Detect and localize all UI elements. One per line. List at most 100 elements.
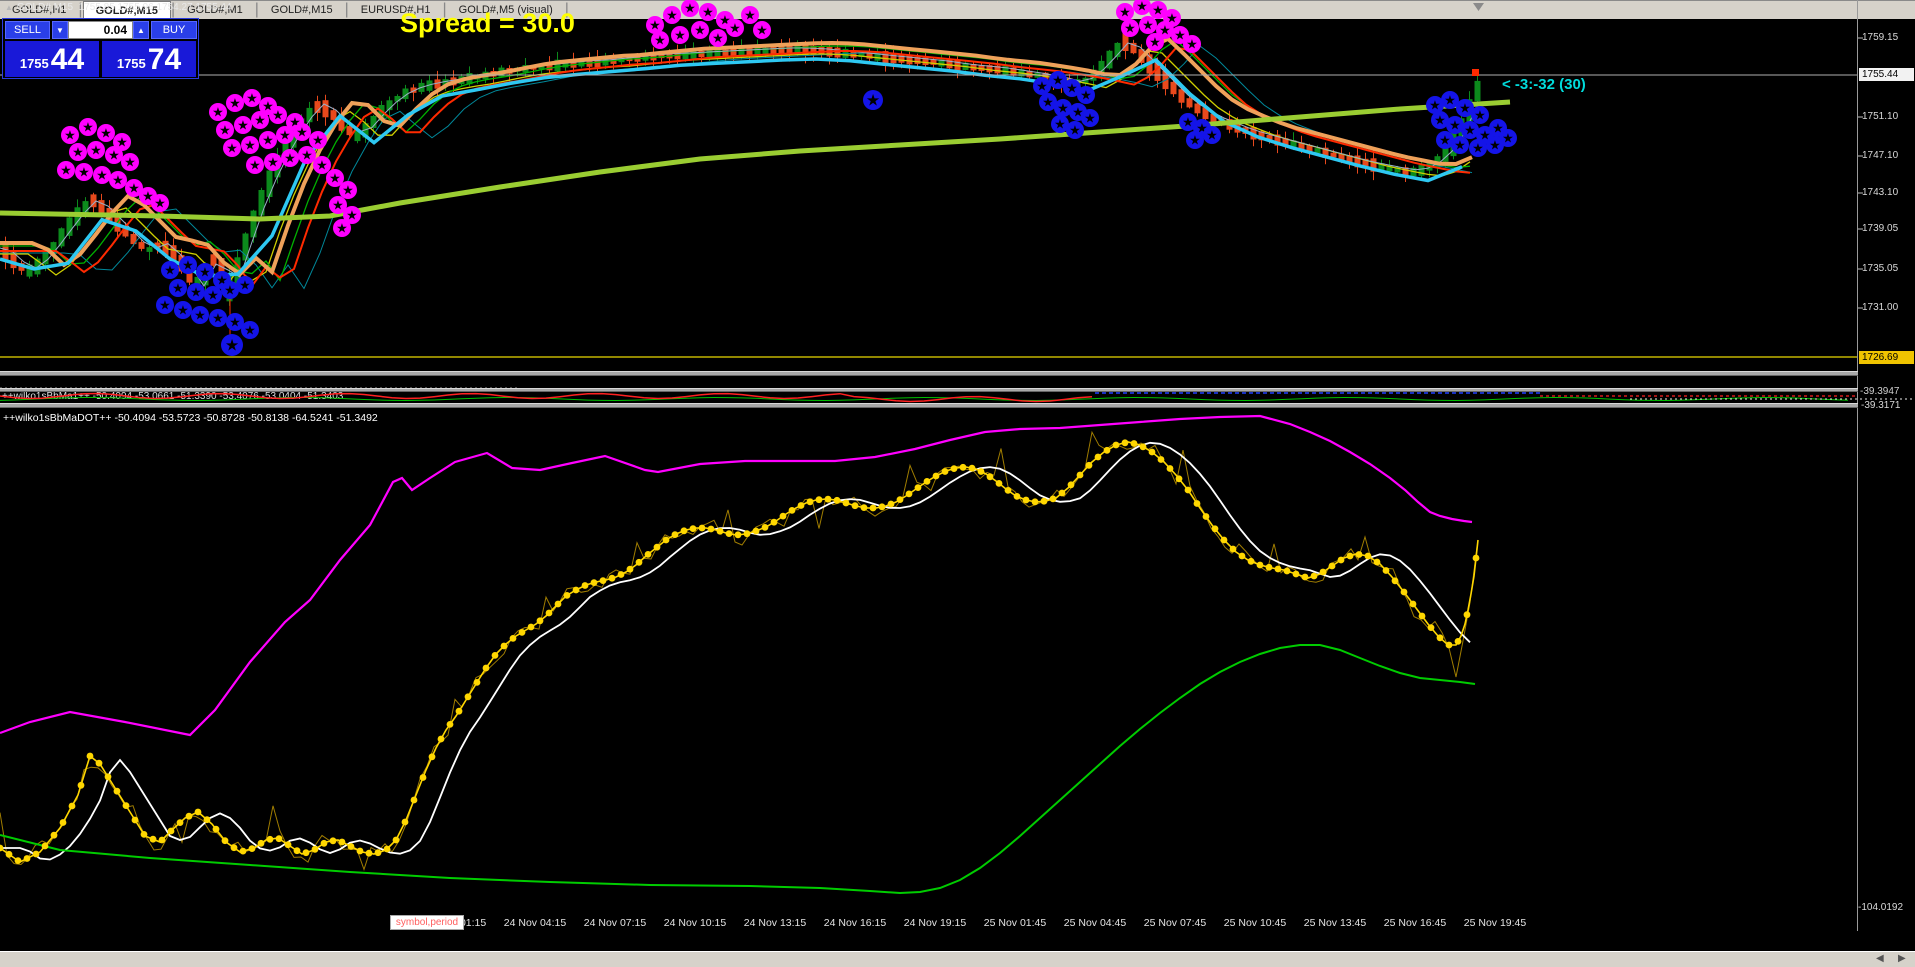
window-separator[interactable]	[0, 388, 1858, 392]
svg-text:★: ★	[866, 93, 880, 110]
price-scale-border	[1857, 0, 1858, 931]
svg-text:★: ★	[239, 278, 251, 293]
svg-text:★: ★	[312, 133, 324, 148]
price-scale-label: 1743.10	[1862, 187, 1899, 198]
sell-price-pips: 44	[50, 43, 85, 76]
buy-price-button[interactable]: 1755 74	[102, 41, 196, 77]
svg-text:★: ★	[172, 281, 184, 296]
svg-text:★: ★	[1042, 95, 1054, 110]
svg-text:★: ★	[1464, 123, 1476, 138]
svg-text:★: ★	[1444, 93, 1456, 108]
svg-text:★: ★	[159, 298, 171, 313]
svg-text:★: ★	[72, 145, 84, 160]
svg-text:★: ★	[272, 108, 284, 123]
svg-text:★: ★	[128, 181, 140, 196]
svg-text:★: ★	[279, 128, 291, 143]
svg-text:★: ★	[336, 221, 348, 236]
svg-text:★: ★	[649, 18, 661, 33]
svg-text:★: ★	[90, 143, 102, 158]
svg-text:★: ★	[154, 196, 166, 211]
bottom-indicator-layer	[0, 414, 1480, 895]
price-scale-label: 1751.10	[1862, 111, 1899, 122]
signal-annotation: < -3:-32 (30)	[1502, 76, 1586, 93]
symbol-period-tooltip: symbol,period	[390, 915, 464, 930]
indicator-scale-max: -39.3171	[1861, 400, 1901, 411]
time-axis-label: 25 Nov 16:45	[1383, 917, 1447, 929]
svg-text:★: ★	[316, 158, 328, 173]
time-axis-label: 25 Nov 07:45	[1143, 917, 1207, 929]
time-axis-label: 25 Nov 10:45	[1223, 917, 1287, 929]
time-axis-label: 25 Nov 01:45	[983, 917, 1047, 929]
svg-text:★: ★	[1052, 73, 1064, 88]
volume-input[interactable]: 0.04	[68, 21, 133, 39]
sell-button[interactable]: SELL	[5, 21, 50, 39]
svg-text:★: ★	[219, 123, 231, 138]
svg-text:★: ★	[1189, 133, 1201, 148]
svg-text:★: ★	[1057, 101, 1069, 116]
spread-annotation: Spread = 30.0	[400, 8, 575, 38]
svg-text:★: ★	[1489, 138, 1501, 153]
svg-text:★: ★	[224, 283, 236, 298]
price-scale-label: 1735.05	[1862, 263, 1899, 274]
one-click-trading-panel: SELL ▼ 0.04 ▲ BUY 1755 44 1755 74	[2, 18, 199, 79]
scroll-left-arrow[interactable]: ◀	[1876, 953, 1884, 964]
svg-text:★: ★	[1449, 118, 1461, 133]
svg-text:★: ★	[60, 163, 72, 178]
svg-text:★: ★	[96, 168, 108, 183]
svg-text:★: ★	[1084, 111, 1096, 126]
price-scale-label: 1731.00	[1862, 302, 1899, 313]
chart-canvas[interactable]: ★★ ★★★ ★ ★ ★★ ★ ★ ★★★ ★★★ ★★★ ★ ★ ★ ★★ ★ ★ ★ ★★★ ★ ★ ★★★★★★★…	[0, 0, 1915, 967]
svg-text:★: ★	[182, 258, 194, 273]
time-axis-label: 25 Nov 19:45	[1463, 917, 1527, 929]
svg-text:★: ★	[164, 263, 176, 278]
svg-text:★: ★	[267, 155, 279, 170]
svg-text:★: ★	[244, 138, 256, 153]
window-separator[interactable]	[0, 371, 1858, 376]
svg-text:★: ★	[1149, 35, 1161, 50]
buy-price-base: 1755	[116, 56, 146, 71]
svg-text:★: ★	[212, 311, 224, 326]
svg-text:★: ★	[1069, 123, 1081, 138]
svg-text:★: ★	[124, 155, 136, 170]
svg-text:★: ★	[225, 338, 239, 355]
svg-text:★: ★	[342, 183, 354, 198]
main-chart-layer: ★★ ★★★ ★ ★ ★★ ★ ★ ★★★ ★★★ ★★★ ★ ★ ★ ★★ ★ ★ ★ ★★★ ★ ★ ★★★★★★★…	[0, 0, 1863, 358]
svg-text:★: ★	[1124, 21, 1136, 36]
buy-price-pips: 74	[147, 43, 182, 76]
sell-price-button[interactable]: 1755 44	[5, 41, 99, 77]
time-axis-label: 24 Nov 07:15	[583, 917, 647, 929]
svg-text:★: ★	[64, 128, 76, 143]
time-axis-label: 24 Nov 19:15	[903, 917, 967, 929]
svg-text:★: ★	[1182, 115, 1194, 130]
svg-text:★: ★	[199, 265, 211, 280]
svg-text:★: ★	[284, 151, 296, 166]
volume-increase-button[interactable]: ▲	[133, 21, 149, 39]
svg-text:★: ★	[194, 308, 206, 323]
window-collapse-icon[interactable]: ▲	[5, 3, 13, 12]
svg-text:★: ★	[674, 28, 686, 43]
svg-text:★: ★	[212, 105, 224, 120]
svg-text:★: ★	[1066, 81, 1078, 96]
svg-text:★: ★	[190, 285, 202, 300]
svg-text:★: ★	[108, 148, 120, 163]
svg-text:★: ★	[78, 165, 90, 180]
svg-text:★: ★	[301, 148, 313, 163]
svg-text:★: ★	[1036, 79, 1048, 94]
volume-decrease-button[interactable]: ▼	[52, 21, 68, 39]
svg-text:★: ★	[226, 141, 238, 156]
window-separator[interactable]	[0, 403, 1858, 408]
svg-text:★: ★	[1502, 131, 1514, 146]
scroll-right-arrow[interactable]: ▶	[1898, 953, 1906, 964]
svg-text:★: ★	[1206, 128, 1218, 143]
time-axis-label: 24 Nov 13:15	[743, 917, 807, 929]
svg-text:★: ★	[1459, 101, 1471, 116]
svg-text:★: ★	[1454, 138, 1466, 153]
svg-text:★: ★	[1474, 108, 1486, 123]
svg-text:★: ★	[712, 31, 724, 46]
buy-button[interactable]: BUY	[151, 21, 197, 39]
terminal-window: ★ ★ ★ ★ ★ ★ ★ ★ ★ ★ ★ ★ ★ ★ ★ ★ ★ ★ ★ ★ ★ ★ ★ ★ ★ ★ ★ ★ ★ ★ ★ ★ ★ ★ ★ ★ ★ ★ ★ ★…	[0, 0, 1915, 967]
svg-text:★: ★	[82, 120, 94, 135]
svg-text:★: ★	[207, 288, 219, 303]
svg-text:★: ★	[694, 23, 706, 38]
time-axis-label: 24 Nov 16:15	[823, 917, 887, 929]
